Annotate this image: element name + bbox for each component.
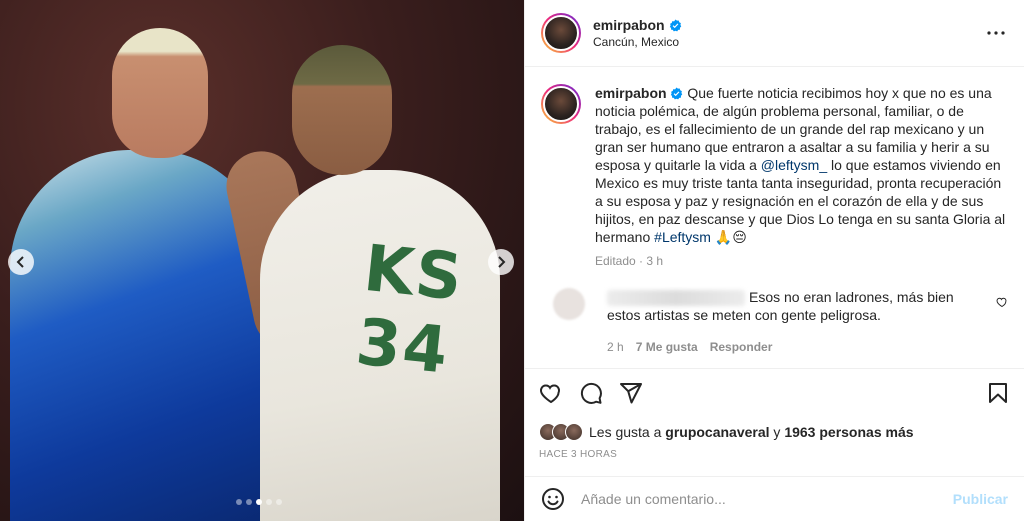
caption-avatar[interactable]	[541, 84, 581, 124]
share-icon[interactable]	[619, 381, 643, 405]
comment-icon[interactable]	[579, 381, 603, 405]
carousel-dot[interactable]	[236, 499, 242, 505]
comment-likes[interactable]: 7 Me gusta	[636, 338, 698, 356]
author-username-row[interactable]: emirpabon	[593, 17, 682, 33]
person-right-head	[292, 45, 392, 175]
hashtag-link[interactable]: #Leftysm	[654, 229, 711, 245]
post-header: emirpabon Cancún, Mexico	[525, 0, 1024, 67]
action-bar	[539, 377, 1010, 409]
likes-count[interactable]: 1963 personas más	[784, 424, 913, 440]
comment-input[interactable]	[581, 491, 953, 507]
comment-body: Esos no eran ladrones, más bien estos ar…	[607, 288, 988, 356]
post-media[interactable]: KS 34	[0, 0, 524, 521]
carousel-dot[interactable]	[266, 499, 272, 505]
avatar-image	[543, 15, 579, 51]
heart-icon[interactable]	[539, 381, 563, 405]
caption-body: emirpabon Que fuerte noticia recibimos h…	[595, 84, 1008, 270]
more-icon	[987, 31, 1005, 35]
caption-username[interactable]: emirpabon	[595, 85, 667, 101]
bookmark-icon[interactable]	[986, 381, 1010, 405]
post-dialog: KS 34 emirpabon Cancún, Mexico emirpabon…	[0, 0, 1024, 521]
carousel-next-button[interactable]	[488, 249, 514, 275]
comment-item: Esos no eran ladrones, más bien estos ar…	[541, 288, 1008, 356]
comment-time: 2 h	[607, 340, 624, 355]
verified-icon	[671, 87, 683, 100]
post-time-ago[interactable]: HACE 3 HORAS	[539, 449, 1010, 460]
publish-button[interactable]: Publicar	[953, 491, 1008, 507]
post-location[interactable]: Cancún, Mexico	[593, 35, 984, 49]
chevron-left-icon	[16, 256, 24, 268]
likes-middle: y	[769, 424, 785, 440]
person-left-head	[112, 28, 208, 158]
liker-avatar[interactable]	[565, 423, 583, 441]
verified-icon	[669, 19, 681, 31]
post-sidebar: emirpabon Cancún, Mexico emirpabon Que f…	[524, 0, 1024, 521]
author-info: emirpabon Cancún, Mexico	[593, 17, 984, 49]
more-options-button[interactable]	[984, 21, 1008, 45]
author-avatar[interactable]	[541, 13, 581, 53]
post-caption: emirpabon Que fuerte noticia recibimos h…	[541, 84, 1008, 270]
likes-summary: Les gusta a grupocanaveral y 1963 person…	[539, 423, 1010, 441]
emoji-icon[interactable]	[541, 487, 565, 511]
commenter-username-redacted[interactable]	[607, 290, 745, 307]
chevron-right-icon	[498, 256, 506, 268]
carousel-dot[interactable]	[276, 499, 282, 505]
carousel-dot[interactable]	[256, 499, 262, 505]
commenter-avatar[interactable]	[553, 288, 585, 320]
avatar-image	[543, 86, 579, 122]
likes-text: Les gusta a grupocanaveral y 1963 person…	[589, 424, 914, 440]
mention-link[interactable]: @leftysm_	[761, 157, 827, 173]
caption-text: emirpabon Que fuerte noticia recibimos h…	[595, 84, 1008, 246]
carousel-dots	[236, 499, 282, 505]
add-comment-bar: Publicar	[525, 476, 1024, 521]
caption-meta: Editado · 3 h	[595, 254, 664, 268]
carousel-prev-button[interactable]	[8, 249, 34, 275]
carousel-dot[interactable]	[246, 499, 252, 505]
likes-user[interactable]: grupocanaveral	[665, 424, 769, 440]
post-actions: Les gusta a grupocanaveral y 1963 person…	[525, 368, 1024, 460]
caption-emojis: 🙏😔	[714, 229, 747, 245]
comments-section: emirpabon Que fuerte noticia recibimos h…	[525, 68, 1024, 368]
comment-reply-button[interactable]: Responder	[710, 338, 773, 356]
comment-text-row: Esos no eran ladrones, más bien estos ar…	[607, 288, 988, 324]
author-username[interactable]: emirpabon	[593, 17, 665, 33]
likes-prefix: Les gusta a	[589, 424, 666, 440]
liker-avatars	[539, 423, 583, 441]
comment-meta: 2 h 7 Me gusta Responder	[607, 338, 988, 356]
comment-like-heart-icon[interactable]	[996, 296, 1008, 308]
